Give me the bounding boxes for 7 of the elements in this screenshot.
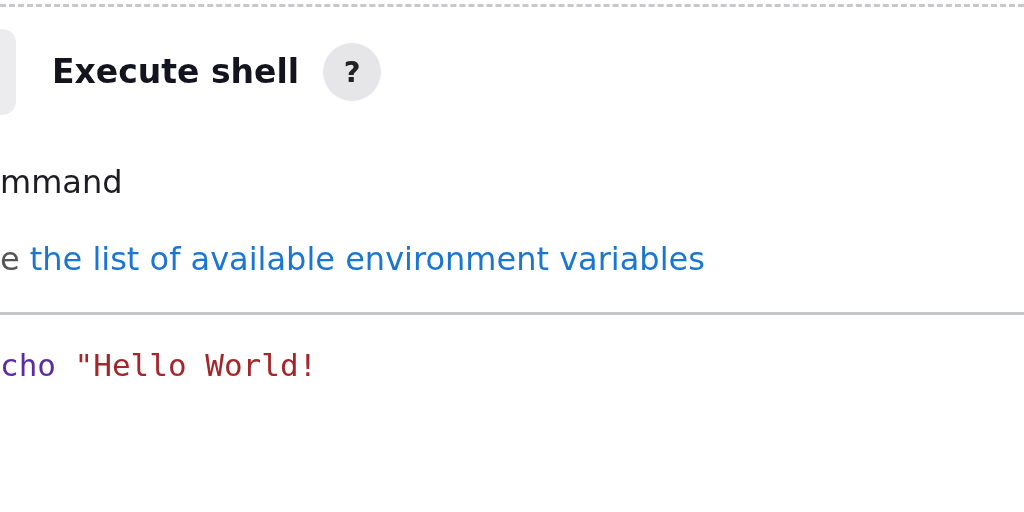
field-label: mmand bbox=[0, 163, 123, 201]
field-hint: e the list of available environment variables bbox=[0, 239, 706, 280]
code-keyword: cho bbox=[0, 347, 56, 383]
step-title: Execute shell bbox=[52, 51, 300, 94]
environment-variables-link[interactable]: the list of available environment variables bbox=[29, 240, 705, 278]
help-button[interactable]: ? bbox=[323, 43, 382, 101]
code-string: "Hello World! bbox=[74, 347, 318, 383]
